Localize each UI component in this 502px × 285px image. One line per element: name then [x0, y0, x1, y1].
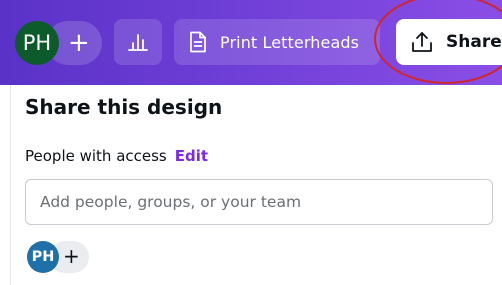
- share-panel: Share this design People with access Edit…: [10, 85, 502, 285]
- people-with-access-row: People with access Edit: [25, 147, 208, 165]
- print-letterheads-label: Print Letterheads: [220, 32, 360, 52]
- invite-people-input[interactable]: [25, 179, 493, 225]
- insights-button[interactable]: [114, 19, 162, 65]
- document-icon: [188, 31, 208, 53]
- editor-top-bar: + PH Print Letterheads Share: [0, 0, 502, 85]
- edit-access-link[interactable]: Edit: [175, 147, 208, 165]
- plus-icon: +: [68, 28, 90, 58]
- panel-title: Share this design: [25, 95, 223, 119]
- print-letterheads-button[interactable]: Print Letterheads: [174, 19, 380, 65]
- share-button[interactable]: Share: [396, 19, 502, 65]
- member-avatar[interactable]: PH: [27, 241, 59, 273]
- user-avatar[interactable]: PH: [15, 21, 59, 65]
- bar-chart-icon: [128, 34, 148, 51]
- upload-icon: [410, 30, 434, 54]
- people-with-access-label: People with access: [25, 147, 167, 165]
- share-label: Share: [446, 32, 502, 52]
- plus-icon: +: [63, 244, 80, 268]
